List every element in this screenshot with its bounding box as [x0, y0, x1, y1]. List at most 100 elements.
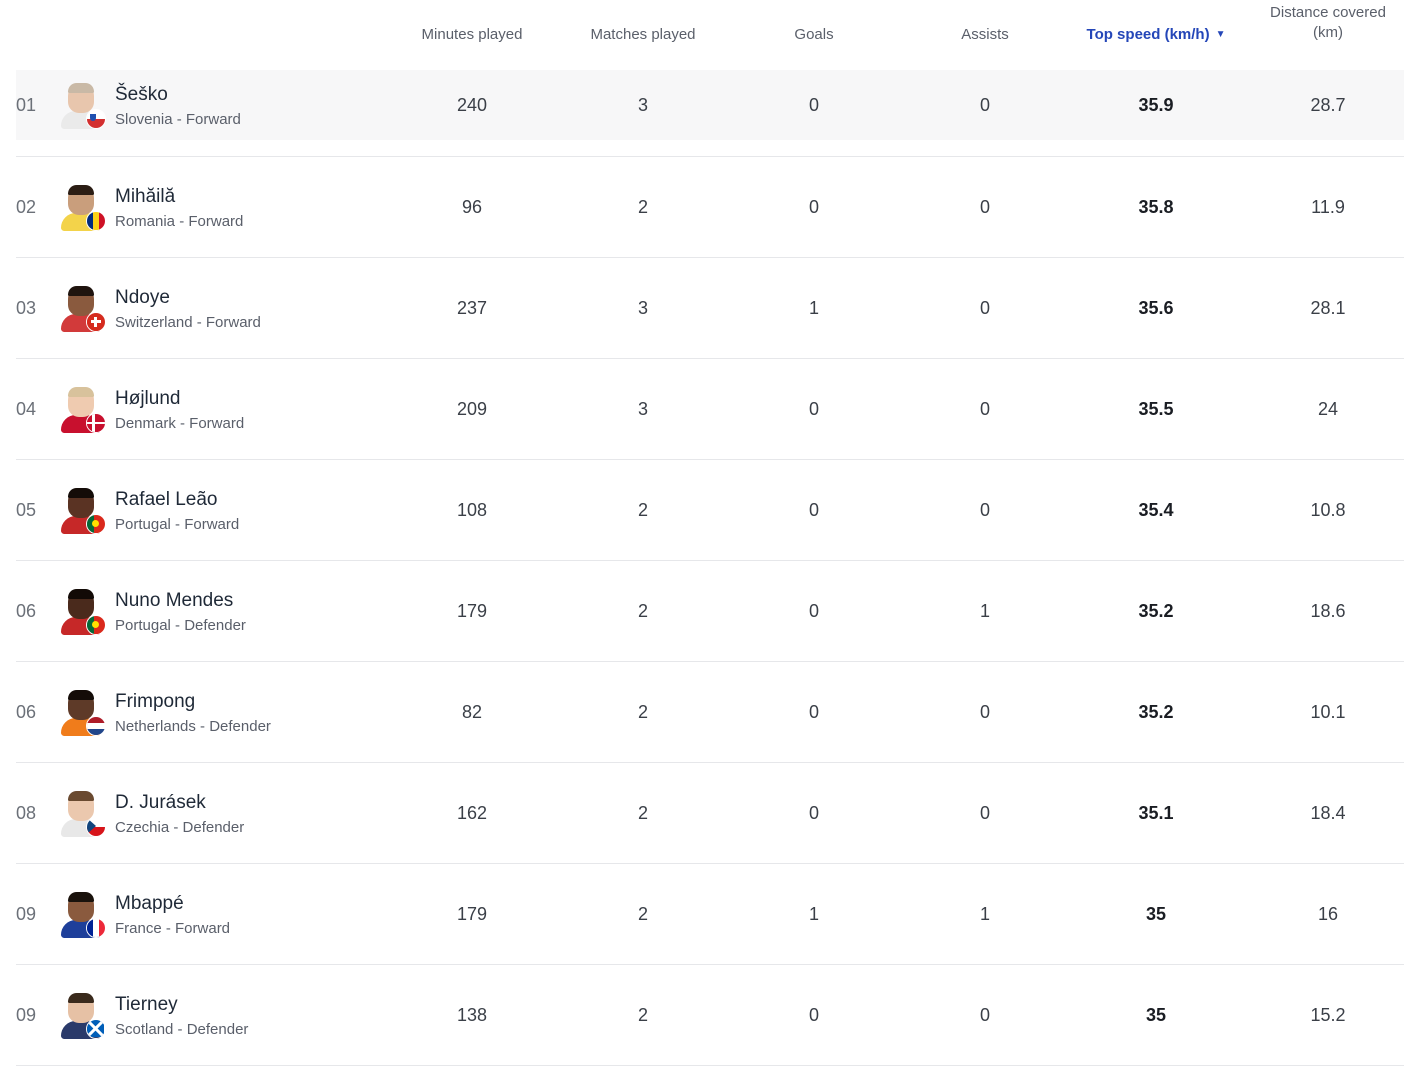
table-row[interactable]: 03 Ndoye Switzerland - Forward 237 3 1 0 35.6 2…	[16, 258, 1404, 359]
stat-goals: 1	[808, 297, 819, 318]
player-name[interactable]: Frimpong	[115, 691, 195, 713]
column-top-speed[interactable]: Top speed (km/h) ▼	[1076, 0, 1236, 70]
denmark-flag-icon	[86, 413, 106, 433]
player-nation-position: Denmark - Forward	[115, 415, 245, 432]
romania-flag-icon	[86, 211, 106, 231]
netherlands-flag-icon	[86, 716, 106, 736]
stat-distance: 10.1	[1310, 701, 1346, 722]
stat-goals: 0	[808, 701, 819, 722]
avatar	[60, 488, 106, 534]
table-row[interactable]: 09 Tierney Scotland - Defender 138 2 0 0 35 15.…	[16, 965, 1404, 1066]
stat-distance: 28.1	[1310, 297, 1346, 318]
portugal-flag-icon	[86, 514, 106, 534]
stat-assists: 0	[979, 802, 990, 823]
player-name[interactable]: Nuno Mendes	[115, 590, 233, 612]
stat-top-speed: 35.4	[1138, 499, 1174, 520]
stat-goals: 0	[808, 600, 819, 621]
stat-top-speed: 35.2	[1138, 600, 1174, 621]
table-row[interactable]: 06 Nuno Mendes Portugal - Defender 179 2 0 1 3…	[16, 561, 1404, 662]
portugal-flag-icon	[86, 615, 106, 635]
stat-distance: 18.6	[1310, 600, 1346, 621]
france-flag-icon	[86, 918, 106, 938]
stat-assists: 1	[979, 600, 990, 621]
table-header: Minutes played Matches played Goals Assi…	[16, 0, 1404, 70]
column-goals[interactable]: Goals	[734, 0, 894, 70]
stat-goals: 0	[808, 802, 819, 823]
column-label: Matches played	[590, 26, 696, 43]
player-nation-position: Slovenia - Forward	[115, 111, 241, 128]
player-name[interactable]: D. Jurásek	[115, 792, 206, 814]
player-name[interactable]: Højlund	[115, 388, 180, 410]
stat-goals: 0	[808, 196, 819, 217]
stat-distance: 15.2	[1310, 1004, 1346, 1025]
stat-top-speed: 35.8	[1138, 196, 1174, 217]
column-label-unit: (km)	[1313, 24, 1343, 41]
table-row[interactable]: 05 Rafael Leão Portugal - Forward 108 2 0 0 35…	[16, 460, 1404, 561]
avatar	[60, 993, 106, 1039]
stat-minutes: 108	[456, 499, 488, 520]
stat-top-speed: 35.6	[1138, 297, 1174, 318]
column-label: Distance covered	[1270, 4, 1386, 21]
stat-distance: 16	[1317, 903, 1339, 924]
stat-goals: 0	[808, 94, 819, 115]
player-nation-position: France - Forward	[115, 920, 231, 937]
player-name[interactable]: Mbappé	[115, 893, 184, 915]
stat-top-speed: 35	[1145, 903, 1167, 924]
player-nation-position: Portugal - Forward	[115, 516, 240, 533]
rank-number: 04	[16, 398, 37, 419]
stat-matches: 2	[637, 1004, 648, 1025]
stat-assists: 0	[979, 499, 990, 520]
column-distance-covered[interactable]: Distance covered (km)	[1248, 0, 1404, 58]
stat-minutes: 82	[461, 701, 483, 722]
stat-matches: 2	[637, 802, 648, 823]
stat-goals: 1	[808, 903, 819, 924]
stat-distance: 18.4	[1310, 802, 1346, 823]
stat-minutes: 138	[456, 1004, 488, 1025]
rank-number: 03	[16, 297, 37, 318]
rank-number: 09	[16, 903, 37, 924]
player-name[interactable]: Šeško	[115, 84, 168, 106]
stat-distance: 24	[1317, 398, 1339, 419]
rank-number: 02	[16, 196, 37, 217]
player-name[interactable]: Tierney	[115, 994, 178, 1016]
table-row[interactable]: 08 D. Jurásek Czechia - Defender 162 2 0 0 35.…	[16, 763, 1404, 864]
avatar	[60, 286, 106, 332]
rank-number: 06	[16, 600, 37, 621]
stat-matches: 2	[637, 499, 648, 520]
stat-minutes: 162	[456, 802, 488, 823]
stat-goals: 0	[808, 1004, 819, 1025]
avatar	[60, 387, 106, 433]
stat-assists: 0	[979, 94, 990, 115]
column-assists[interactable]: Assists	[905, 0, 1065, 70]
player-stats-table: Minutes played Matches played Goals Assi…	[16, 0, 1404, 1066]
table-row[interactable]: 02 Mihăilă Romania - Forward 96 2 0 0 35.8 11.9	[16, 157, 1404, 258]
player-name[interactable]: Mihăilă	[115, 186, 175, 208]
avatar	[60, 83, 106, 129]
player-name[interactable]: Rafael Leão	[115, 489, 217, 511]
table-row[interactable]: 01 Šeško Slovenia - Forward 240 3 0 0 35.9 28.7	[16, 70, 1404, 140]
player-name[interactable]: Ndoye	[115, 287, 170, 309]
table-row[interactable]: 06 Frimpong Netherlands - Defender 82 2 0 0 35…	[16, 662, 1404, 763]
caret-down-icon: ▼	[1215, 29, 1226, 40]
stat-matches: 2	[637, 600, 648, 621]
stat-distance: 28.7	[1310, 94, 1346, 115]
player-nation-position: Czechia - Defender	[115, 819, 245, 836]
avatar	[60, 589, 106, 635]
table-row[interactable]: 09 Mbappé France - Forward 179 2 1 1 35 16	[16, 864, 1404, 965]
table-row[interactable]: 04 Højlund Denmark - Forward 209 3 0 0 35.5 24	[16, 359, 1404, 460]
avatar	[60, 690, 106, 736]
stat-matches: 2	[637, 701, 648, 722]
stat-matches: 3	[637, 297, 648, 318]
stat-distance: 11.9	[1311, 196, 1345, 217]
stat-top-speed: 35.5	[1138, 398, 1174, 419]
column-matches-played[interactable]: Matches played	[563, 0, 723, 70]
column-minutes-played[interactable]: Minutes played	[392, 0, 552, 70]
rank-number: 05	[16, 499, 37, 520]
rank-number: 06	[16, 701, 37, 722]
column-label: Top speed (km/h)	[1086, 26, 1210, 43]
slovenia-flag-icon	[86, 109, 106, 129]
rank-number: 01	[16, 94, 37, 115]
stat-top-speed: 35.9	[1138, 94, 1174, 115]
row-divider	[16, 140, 1404, 157]
stat-minutes: 209	[456, 398, 488, 419]
